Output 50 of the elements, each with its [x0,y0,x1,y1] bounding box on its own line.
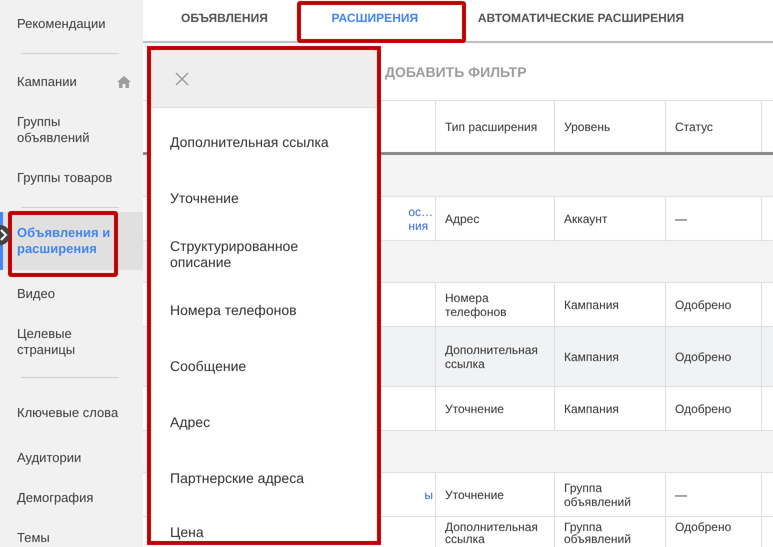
sidebar-label: Аудитории [17,450,82,466]
sidebar-item[interactable]: Демография [0,478,143,518]
table-cell: Адрес [445,212,480,226]
menu-item[interactable]: Дополнительная ссылка [151,114,377,170]
table-cell: Одобрено [675,402,732,416]
table-cell-text: Группа объявлений [564,480,632,508]
sidebar-label: Целевые страницы [17,326,76,358]
table-cell-text: Номера телефонов [445,290,508,318]
chevron-icon[interactable] [0,225,10,245]
column-header: Статус [666,101,762,152]
sidebar-item[interactable]: Целевые страницы [0,318,143,366]
campaign-link[interactable]: ы [424,488,435,502]
table-cell: Кампания [564,298,619,312]
sidebar-label: Видео [17,286,55,302]
home-icon [117,76,131,88]
table-cell: — [675,488,687,502]
tab[interactable]: ОБЪЯВЛЕНИЯ [163,0,286,36]
sidebar-item[interactable]: Ключевые слова [0,388,143,438]
sidebar-label: Рекомендации [17,16,106,32]
table-cell: Кампания [564,350,619,364]
table-cell: Одобрено [675,521,732,533]
table-cell: Уточнение [445,402,504,416]
campaign-link[interactable]: ос… ния [408,204,435,232]
column-header: Уровень [555,101,666,152]
sidebar-label: Объявления и расширения [17,225,112,257]
table-cell-text: Дополнительная ссылка [445,521,539,545]
sidebar-label: Группы объявлений [17,114,91,146]
sidebar-item[interactable]: Группы объявлений [0,106,143,154]
table-cell: Уточнение [445,488,504,502]
sidebar-label: Демография [17,490,94,506]
sidebar-label: Темы [17,530,50,546]
sidebar-item[interactable]: Видео [0,270,143,318]
sidebar-label: Ключевые слова [17,405,118,421]
table-cell: Одобрено [675,350,732,364]
column-header: Тип расширения [436,101,555,152]
sidebar-item[interactable]: Аудитории [0,438,143,478]
sidebar-label: Группы товаров [17,170,112,186]
tab[interactable]: АВТОМАТИЧЕСКИЕ РАСШИРЕНИЯ [460,0,702,36]
table-cell: — [675,212,687,226]
sidebar-item[interactable]: Темы [0,518,143,547]
sidebar-item[interactable]: Группы товаров [0,154,143,202]
sidebar-item[interactable]: Кампании [0,58,143,106]
table-cell: Аккаунт [564,212,608,226]
sidebar-item[interactable]: Рекомендации [0,0,143,48]
sidebar-label: Кампании [17,74,77,90]
table-cell-text: Дополнительная ссылка [445,342,539,370]
table-cell-text: Группа объявлений [564,521,632,545]
tab[interactable]: РАСШИРЕНИЯ [290,0,460,36]
table-cell: Кампания [564,402,619,416]
table-cell: Одобрено [675,298,732,312]
